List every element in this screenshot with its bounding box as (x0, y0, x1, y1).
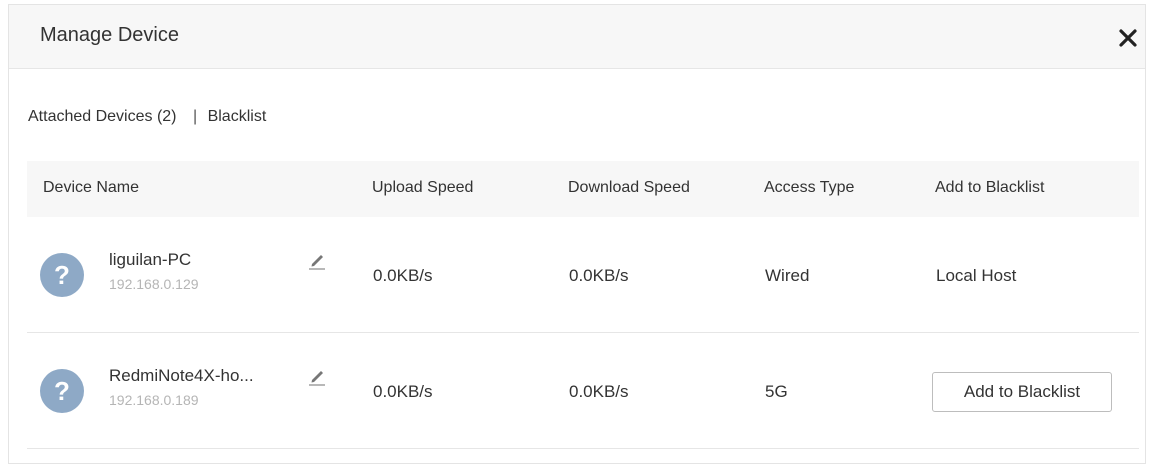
tab-separator: | (192, 108, 198, 125)
device-ip: 192.168.0.189 (109, 392, 199, 408)
pencil-icon[interactable] (307, 250, 327, 270)
pencil-icon[interactable] (307, 366, 327, 386)
local-host-label: Local Host (936, 266, 1017, 285)
unknown-device-icon: ? (40, 369, 84, 413)
table-row: ? RedmiNote4X-ho... 192.168.0.189 0.0KB/… (27, 333, 1139, 449)
dialog-header: Manage Device (9, 5, 1145, 69)
upload-speed: 0.0KB/s (373, 266, 433, 285)
access-type: 5G (765, 382, 788, 401)
device-name: liguilan-PC (109, 250, 192, 269)
unknown-device-icon: ? (40, 253, 84, 297)
dialog-title: Manage Device (40, 24, 179, 46)
device-table: Device Name Upload Speed Download Speed … (27, 161, 1139, 449)
header-access-type: Access Type (764, 179, 855, 196)
device-name: RedmiNote4X-ho... (109, 366, 254, 385)
header-download-speed: Download Speed (568, 179, 690, 196)
header-add-to-blacklist: Add to Blacklist (935, 179, 1045, 196)
tab-blacklist[interactable]: Blacklist (208, 108, 267, 125)
add-to-blacklist-button[interactable]: Add to Blacklist (932, 372, 1112, 412)
header-upload-speed: Upload Speed (372, 179, 474, 196)
table-header: Device Name Upload Speed Download Speed … (27, 161, 1139, 217)
manage-device-dialog: Manage Device Attached Devices (2) | Bla… (8, 4, 1146, 464)
upload-speed: 0.0KB/s (373, 382, 433, 401)
table-row: ? liguilan-PC 192.168.0.129 0.0KB/s 0.0K… (27, 217, 1139, 333)
device-ip: 192.168.0.129 (109, 276, 199, 292)
header-device-name: Device Name (43, 179, 140, 196)
download-speed: 0.0KB/s (569, 266, 629, 285)
download-speed: 0.0KB/s (569, 382, 629, 401)
device-tabs: Attached Devices (2) | Blacklist (28, 108, 266, 126)
tab-attached-devices[interactable]: Attached Devices (2) (28, 108, 177, 125)
close-icon[interactable] (1117, 27, 1139, 49)
access-type: Wired (765, 266, 810, 285)
